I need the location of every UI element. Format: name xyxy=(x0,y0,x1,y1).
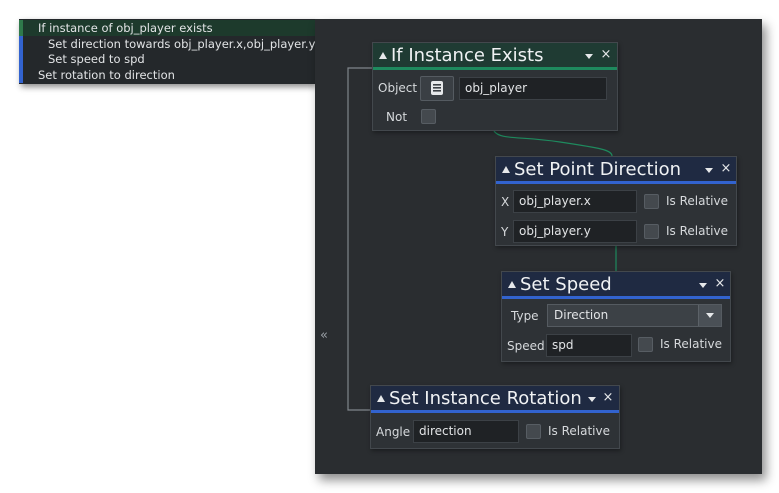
angle-relative-label: Is Relative xyxy=(548,424,610,438)
block-title: Set Instance Rotation xyxy=(389,388,582,409)
speed-field[interactable]: spd xyxy=(546,334,632,357)
x-field[interactable]: obj_player.x xyxy=(513,190,637,213)
angle-field[interactable]: direction xyxy=(413,420,519,443)
wire-chain-bracket xyxy=(347,67,372,411)
type-dropdown-value: Direction xyxy=(554,308,609,322)
object-picker-button[interactable] xyxy=(420,76,454,101)
not-checkbox[interactable] xyxy=(421,109,436,124)
block-title: If Instance Exists xyxy=(391,45,544,66)
close-icon[interactable]: × xyxy=(714,276,726,292)
wire-if-to-direction xyxy=(493,130,613,157)
object-field[interactable]: obj_player xyxy=(459,77,607,100)
block-header[interactable]: If Instance Exists × xyxy=(373,43,617,70)
if-instance-exists-block[interactable]: If Instance Exists × Object obj_player N… xyxy=(372,42,618,131)
y-relative-label: Is Relative xyxy=(666,224,728,238)
not-label: Not xyxy=(386,110,408,124)
block-title: Set Speed xyxy=(520,274,612,295)
set-instance-rotation-block[interactable]: Set Instance Rotation × Angle direction … xyxy=(370,385,620,449)
chevron-down-icon[interactable] xyxy=(585,54,593,59)
set-speed-block[interactable]: Set Speed × Type Direction Speed spd Is … xyxy=(501,271,731,362)
block-header[interactable]: Set Speed × xyxy=(502,272,730,299)
object-label: Object xyxy=(378,81,418,95)
triangle-up-icon[interactable] xyxy=(502,166,510,173)
type-label: Type xyxy=(511,309,539,323)
triangle-up-icon[interactable] xyxy=(377,395,385,402)
speed-label: Speed xyxy=(507,339,545,353)
x-relative-checkbox[interactable] xyxy=(644,194,659,209)
y-relative-checkbox[interactable] xyxy=(644,224,659,239)
close-icon[interactable]: × xyxy=(602,390,614,406)
block-header[interactable]: Set Point Direction × xyxy=(496,157,736,184)
set-point-direction-block[interactable]: Set Point Direction × X obj_player.x Is … xyxy=(495,156,737,246)
x-label: X xyxy=(501,195,510,209)
angle-label: Angle xyxy=(376,425,411,439)
object-picker-icon xyxy=(431,81,443,95)
x-relative-label: Is Relative xyxy=(666,194,728,208)
block-header[interactable]: Set Instance Rotation × xyxy=(371,386,619,413)
speed-relative-label: Is Relative xyxy=(660,337,722,351)
chevron-down-icon[interactable] xyxy=(588,397,596,402)
triangle-up-icon[interactable] xyxy=(508,281,516,288)
block-title: Set Point Direction xyxy=(514,159,682,180)
speed-relative-checkbox[interactable] xyxy=(638,337,653,352)
chevron-down-icon[interactable] xyxy=(699,283,707,288)
chevron-down-icon[interactable] xyxy=(705,168,713,173)
close-icon[interactable]: × xyxy=(720,161,732,177)
y-field[interactable]: obj_player.y xyxy=(513,220,637,243)
y-label: Y xyxy=(501,225,509,239)
close-icon[interactable]: × xyxy=(600,47,612,63)
type-dropdown[interactable]: Direction xyxy=(547,304,722,327)
triangle-up-icon[interactable] xyxy=(379,52,387,59)
chevron-down-icon[interactable] xyxy=(698,305,721,326)
angle-relative-checkbox[interactable] xyxy=(526,424,541,439)
